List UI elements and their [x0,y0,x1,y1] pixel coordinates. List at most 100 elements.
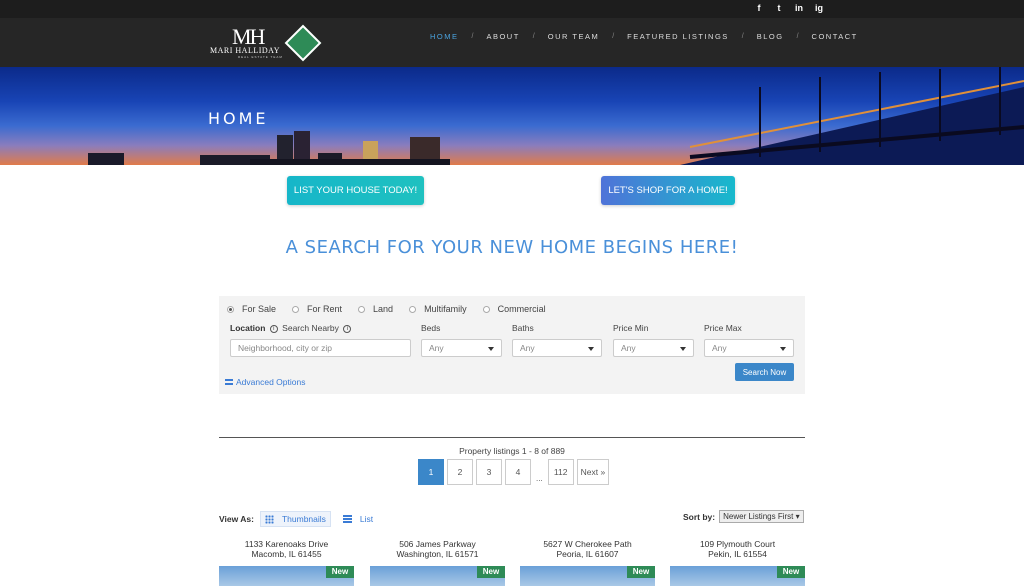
sort-select[interactable]: Newer Listings First ▾ [719,510,804,523]
search-nearby-link[interactable]: Search Nearby [282,323,339,333]
divider [219,437,805,438]
page-title: HOME [208,109,269,128]
listing-card[interactable]: 506 James Parkway Washington, IL 61571 N… [370,539,505,586]
page-ellipsis: ... [536,474,543,483]
next-page-button[interactable]: Next » [576,459,610,485]
list-label: List [359,514,374,524]
radio-land[interactable] [358,305,366,313]
grid-icon [264,514,274,524]
list-house-button[interactable]: LIST YOUR HOUSE TODAY! [287,176,424,205]
hero-banner: HOME [0,67,1024,165]
baths-value: Any [520,343,535,353]
property-type-radios: For Sale For Rent Land Multifamily Comme… [227,304,562,314]
social-links: f t in ig [754,3,824,13]
view-as-label: View As: [219,514,254,524]
nav-separator: / [532,33,535,40]
thumbnails-label: Thumbnails [281,514,326,524]
logo-name: MARI HALLIDAY [210,46,280,55]
nav-separator: / [741,33,744,40]
nav-our-team[interactable]: OUR TEAM [548,32,599,41]
price-max-value: Any [712,343,727,353]
price-max-select[interactable]: Any [704,339,794,357]
radio-for-rent[interactable] [292,305,300,313]
sliders-icon [225,379,233,385]
listing-count: Property listings 1 - 8 of 889 [459,446,565,456]
search-headline: A SEARCH FOR YOUR NEW HOME BEGINS HERE! [285,237,739,258]
listing-card[interactable]: 1133 Karenoaks Drive Macomb, IL 61455 Ne… [219,539,354,586]
listing-street: 109 Plymouth Court [699,539,776,549]
listing-street: 5627 W Cherokee Path [543,539,632,549]
listing-street: 1133 Karenoaks Drive [244,539,329,549]
radio-multifamily[interactable] [409,305,417,313]
nav-separator: / [612,33,615,40]
facebook-icon[interactable]: f [754,3,764,13]
info-icon[interactable]: i [269,324,278,333]
baths-label: Baths [512,323,534,333]
location-label: Location i Search Nearby i [230,323,353,333]
price-min-value: Any [621,343,636,353]
listing-city: Macomb, IL 61455 [251,549,322,559]
advanced-options-label: Advanced Options [236,377,306,387]
instagram-icon[interactable]: ig [814,3,824,13]
location-input[interactable]: Neighborhood, city or zip [230,339,411,357]
sort-by-label: Sort by: [683,511,716,522]
location-placeholder: Neighborhood, city or zip [238,343,333,353]
site-header: MH MARI HALLIDAY REAL ESTATE TEAM HOME /… [0,18,1024,67]
radio-label: Land [373,304,394,314]
baths-select[interactable]: Any [512,339,602,357]
listing-card[interactable]: 109 Plymouth Court Pekin, IL 61554 New [670,539,805,586]
chevron-down-icon [488,347,494,351]
beds-value: Any [429,343,444,353]
property-search-form: For Sale For Rent Land Multifamily Comme… [219,296,805,394]
page-3[interactable]: 3 [476,459,502,485]
page-1[interactable]: 1 [418,459,444,485]
sort-by: Sort by: Newer Listings First ▾ [683,510,804,523]
radio-for-sale[interactable] [227,305,234,313]
search-now-button[interactable]: Search Now [735,363,794,381]
page-2[interactable]: 2 [447,459,473,485]
price-min-label: Price Min [613,323,649,333]
advanced-options-link[interactable]: Advanced Options [225,377,305,387]
price-max-label: Price Max [704,323,742,333]
shop-home-button[interactable]: LET'S SHOP FOR A HOME! [601,176,735,205]
sort-value: Newer Listings First [723,512,794,521]
new-badge: New [326,566,354,578]
view-as-toggle: View As: Thumbnails List [219,511,377,527]
page-4[interactable]: 4 [505,459,531,485]
list-icon [342,515,352,523]
radio-label: Multifamily [424,304,467,314]
info-icon[interactable]: i [343,324,352,333]
list-view-button[interactable]: List [331,512,377,526]
chevron-down-icon [680,347,686,351]
nav-featured-listings[interactable]: FEATURED LISTINGS [627,32,729,41]
twitter-icon[interactable]: t [774,3,784,13]
radio-commercial[interactable] [482,305,490,313]
price-min-select[interactable]: Any [613,339,694,357]
chevron-down-icon [588,347,594,351]
location-label-text: Location [230,323,266,333]
skyline-image [88,67,1024,165]
page-112[interactable]: 112 [547,459,574,485]
logo-subtitle: REAL ESTATE TEAM [238,55,283,59]
main-nav: HOME / ABOUT / OUR TEAM / FEATURED LISTI… [430,32,858,41]
nav-contact[interactable]: CONTACT [812,32,858,41]
nav-separator: / [796,33,799,40]
top-bar: f t in ig [0,0,1024,18]
pagination: 1 2 3 4 ... 112 Next » [418,459,610,485]
linkedin-icon[interactable]: in [794,3,804,13]
thumbnails-view-button[interactable]: Thumbnails [259,511,331,527]
beds-select[interactable]: Any [421,339,502,357]
realtor-badge-icon [284,24,322,62]
logo[interactable]: MH MARI HALLIDAY REAL ESTATE TEAM [210,24,322,62]
listing-city: Pekin, IL 61554 [708,549,767,559]
beds-label: Beds [421,323,441,333]
listing-city: Washington, IL 61571 [396,549,479,559]
nav-blog[interactable]: BLOG [757,32,784,41]
radio-label: For Rent [307,304,343,314]
nav-separator: / [471,33,474,40]
nav-about[interactable]: ABOUT [486,32,519,41]
listing-card[interactable]: 5627 W Cherokee Path Peoria, IL 61607 Ne… [520,539,655,586]
radio-label: Commercial [497,304,546,314]
listing-street: 506 James Parkway [399,539,476,549]
nav-home[interactable]: HOME [430,32,459,41]
